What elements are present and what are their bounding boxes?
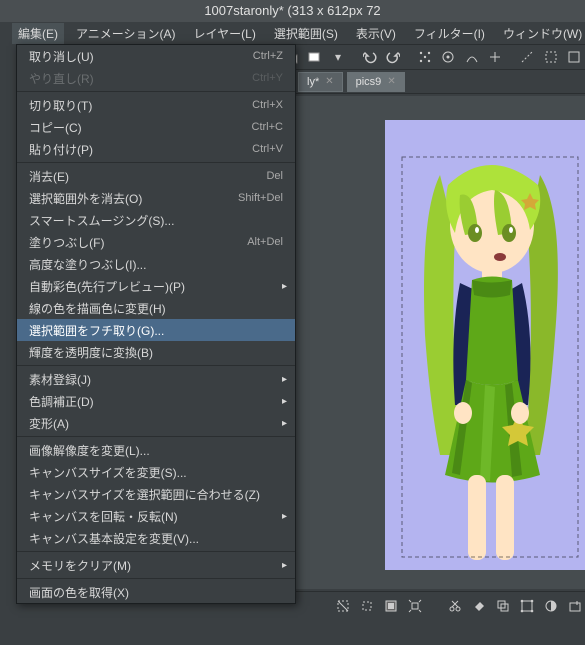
cut-icon[interactable] — [445, 595, 466, 617]
snap-icon[interactable] — [437, 46, 459, 68]
menu-animation[interactable]: アニメーション(A) — [70, 23, 182, 44]
menu-change-res[interactable]: 画像解像度を変更(L)... — [17, 439, 295, 461]
ruler2-icon[interactable] — [540, 46, 562, 68]
menu-clear[interactable]: 消去(E)Del — [17, 165, 295, 187]
menu-auto-color[interactable]: 自動彩色(先行プレビュー)(P) — [17, 275, 295, 297]
menu-copy[interactable]: コピー(C)Ctrl+C — [17, 116, 295, 138]
menu-fit-canvas-sel[interactable]: キャンバスサイズを選択範囲に合わせる(Z) — [17, 483, 295, 505]
menu-clear-outside[interactable]: 選択範囲外を消去(O)Shift+Del — [17, 187, 295, 209]
menu-tone-corr[interactable]: 色調補正(D) — [17, 390, 295, 412]
snap3-icon[interactable] — [485, 46, 507, 68]
expand-icon[interactable] — [405, 595, 426, 617]
menu-layer[interactable]: レイヤー(L) — [188, 23, 262, 44]
close-icon[interactable]: ✕ — [387, 76, 395, 87]
scale-icon[interactable] — [516, 595, 537, 617]
new-layer-icon[interactable] — [564, 595, 585, 617]
tab-2[interactable]: pics9 ✕ — [347, 72, 405, 92]
menu-adv-fill[interactable]: 高度な塗りつぶし(I)... — [17, 253, 295, 275]
tone-icon[interactable] — [540, 595, 561, 617]
menu-clear-mem[interactable]: メモリをクリア(M) — [17, 554, 295, 576]
window-title: 1007staronly* (313 x 612px 72 — [0, 0, 585, 22]
sel-shrink-icon[interactable] — [357, 595, 378, 617]
edit-menu-dropdown: 取り消し(U)Ctrl+Z やり直し(R)Ctrl+Y 切り取り(T)Ctrl+… — [16, 44, 296, 604]
menu-view[interactable]: 表示(V) — [350, 23, 402, 44]
tool-rect-icon[interactable] — [304, 46, 326, 68]
menu-smart-smoothing[interactable]: スマートスムージング(S)... — [17, 209, 295, 231]
ruler1-icon[interactable] — [516, 46, 538, 68]
menu-transform[interactable]: 変形(A) — [17, 412, 295, 434]
tab-label: pics9 — [356, 76, 382, 88]
copy-icon[interactable] — [493, 595, 514, 617]
fill-icon[interactable] — [469, 595, 490, 617]
menu-change-canvas[interactable]: キャンバスサイズを変更(S)... — [17, 461, 295, 483]
menu-screen-color[interactable]: 画面の色を取得(X) — [17, 581, 295, 603]
artwork-character — [400, 155, 580, 560]
tab-label: ly* — [307, 76, 319, 88]
menu-canvas-basic[interactable]: キャンバス基本設定を変更(V)... — [17, 527, 295, 549]
redo-icon[interactable] — [382, 46, 404, 68]
menu-select[interactable]: 選択範囲(S) — [268, 23, 344, 44]
selection-toolbar — [295, 591, 585, 619]
ruler3-icon[interactable] — [563, 46, 585, 68]
snap2-icon[interactable] — [461, 46, 483, 68]
menu-fill[interactable]: 塗りつぶし(F)Alt+Del — [17, 231, 295, 253]
undo-icon[interactable] — [359, 46, 381, 68]
menu-mat-reg[interactable]: 素材登録(J) — [17, 368, 295, 390]
menu-edit[interactable]: 編集(E) — [12, 23, 64, 44]
menu-bar: 編集(E) アニメーション(A) レイヤー(L) 選択範囲(S) 表示(V) フ… — [0, 22, 585, 44]
menu-rotate-flip[interactable]: キャンバスを回転・反転(N) — [17, 505, 295, 527]
close-icon[interactable]: ✕ — [325, 76, 333, 87]
tab-1[interactable]: ly* ✕ — [298, 72, 343, 92]
deselect-icon[interactable] — [333, 595, 354, 617]
menu-redo[interactable]: やり直し(R)Ctrl+Y — [17, 67, 295, 89]
menu-paste[interactable]: 貼り付け(P)Ctrl+V — [17, 138, 295, 160]
menu-undo[interactable]: 取り消し(U)Ctrl+Z — [17, 45, 295, 67]
invert-icon[interactable] — [381, 595, 402, 617]
menu-window[interactable]: ウィンドウ(W) — [497, 23, 585, 44]
menu-filter[interactable]: フィルター(I) — [408, 23, 491, 44]
menu-cut[interactable]: 切り取り(T)Ctrl+X — [17, 94, 295, 116]
chevron-down-icon[interactable]: ▾ — [327, 46, 349, 68]
move-icon[interactable] — [414, 46, 436, 68]
menu-outline-selection[interactable]: 選択範囲をフチ取り(G)... — [17, 319, 295, 341]
menu-lum-to-alpha[interactable]: 輝度を透明度に変換(B) — [17, 341, 295, 363]
menu-line-to-draw[interactable]: 線の色を描画色に変更(H) — [17, 297, 295, 319]
